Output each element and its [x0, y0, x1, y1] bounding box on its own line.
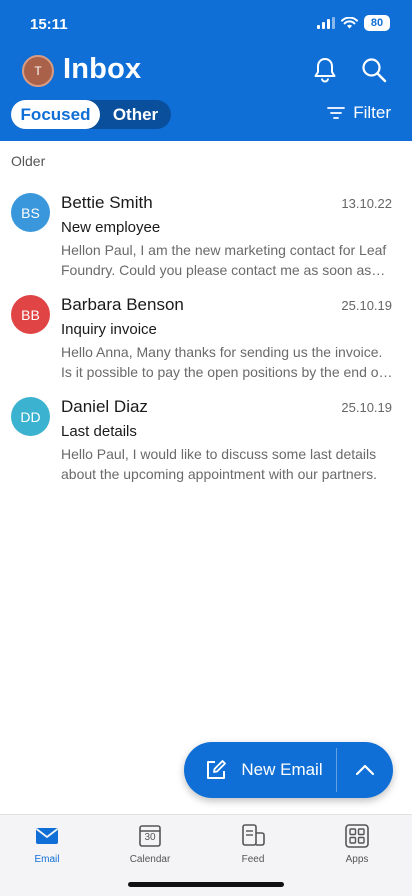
- filter-icon: [327, 107, 346, 119]
- compose-icon: [207, 760, 227, 779]
- tab-focused[interactable]: Focused: [11, 100, 100, 129]
- avatar: BS: [11, 193, 50, 232]
- status-bar: 15:11 80: [0, 0, 412, 50]
- tab-other[interactable]: Other: [100, 100, 171, 129]
- bell-icon[interactable]: [312, 56, 338, 84]
- calendar-day: 30: [144, 832, 156, 843]
- new-email-label: New Email: [241, 760, 323, 779]
- status-time: 15:11: [30, 16, 68, 33]
- signal-icon: [317, 17, 335, 29]
- app-header: 15:11 80 T Inbox Focused Other Filter: [0, 0, 412, 141]
- message-date: 25.10.19: [341, 298, 392, 313]
- list-item[interactable]: BB Barbara Benson 25.10.19 Inquiry invoi…: [0, 295, 412, 395]
- nav-label: Email: [34, 854, 60, 865]
- message-subject: Inquiry invoice: [61, 321, 157, 338]
- expand-actions-button[interactable]: [337, 742, 393, 798]
- message-subject: Last details: [61, 423, 137, 440]
- message-preview: Hello Anna, Many thanks for sending us t…: [61, 344, 383, 380]
- avatar: BB: [11, 295, 50, 334]
- chevron-up-icon: [355, 764, 375, 776]
- nav-label: Feed: [241, 854, 265, 865]
- message-subject: New employee: [61, 219, 161, 236]
- sender-name: Barbara Benson: [61, 295, 184, 314]
- nav-label: Calendar: [129, 854, 171, 865]
- inbox-tabs: Focused Other: [11, 100, 171, 129]
- message-preview: Hellon Paul, I am the new marketing cont…: [61, 242, 387, 278]
- nav-item-email[interactable]: Email: [7, 823, 87, 867]
- mail-icon: [35, 828, 59, 844]
- account-avatar[interactable]: T: [22, 55, 54, 87]
- feed-icon: [242, 824, 265, 846]
- calendar-icon: 30: [137, 823, 163, 849]
- avatar: DD: [11, 397, 50, 436]
- new-email-fab: New Email: [184, 742, 393, 798]
- filter-button[interactable]: Filter: [327, 103, 391, 123]
- wifi-icon: [341, 17, 358, 29]
- new-email-button[interactable]: New Email: [184, 742, 336, 798]
- section-label-older: Older: [11, 153, 46, 169]
- sender-name: Daniel Diaz: [61, 397, 148, 416]
- message-preview: Hello Paul, I would like to discuss some…: [61, 446, 377, 482]
- apps-icon: [345, 824, 369, 848]
- title-row: T Inbox: [0, 52, 412, 90]
- nav-item-calendar[interactable]: 30 Calendar: [110, 823, 190, 867]
- message-date: 13.10.22: [341, 196, 392, 211]
- page-title: Inbox: [63, 53, 142, 85]
- list-item[interactable]: DD Daniel Diaz 25.10.19 Last details Hel…: [0, 397, 412, 497]
- message-date: 25.10.19: [341, 400, 392, 415]
- list-item[interactable]: BS Bettie Smith 13.10.22 New employee He…: [0, 193, 412, 293]
- status-icons: 80: [317, 15, 390, 31]
- search-icon[interactable]: [360, 56, 388, 84]
- home-indicator: [128, 882, 284, 887]
- nav-label: Apps: [345, 854, 369, 865]
- sender-name: Bettie Smith: [61, 193, 153, 212]
- nav-item-apps[interactable]: Apps: [317, 823, 397, 867]
- filter-label: Filter: [353, 103, 391, 122]
- nav-item-feed[interactable]: Feed: [213, 823, 293, 867]
- battery-icon: 80: [364, 15, 390, 31]
